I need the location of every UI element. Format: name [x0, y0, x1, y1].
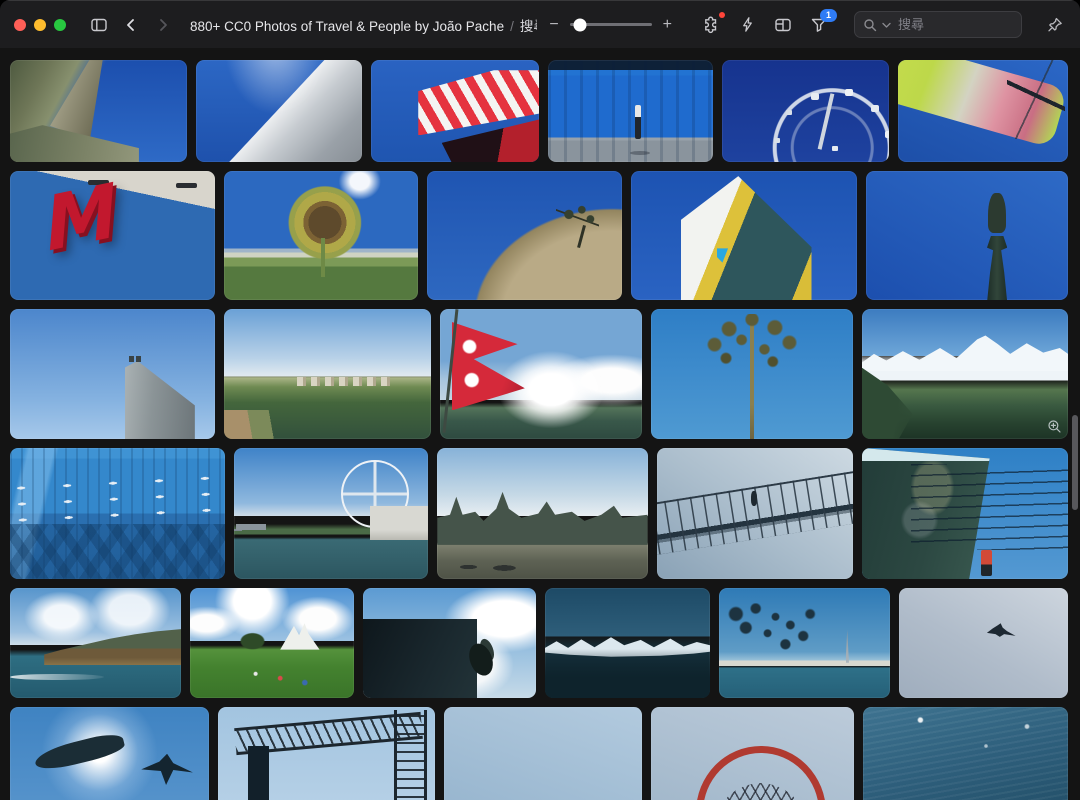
photo-thumbnail-himalaya-peaks[interactable]	[862, 309, 1068, 439]
pin-window-button[interactable]	[1044, 14, 1066, 36]
sidebar-toggle-button[interactable]	[88, 14, 110, 36]
quick-actions-button[interactable]	[737, 14, 758, 35]
photo-thumbnail-canal-ferris-wheel[interactable]	[234, 448, 428, 579]
search-input[interactable]	[896, 16, 1013, 33]
grid-row-6	[10, 707, 1068, 800]
photo-thumbnail-building-corner[interactable]	[631, 171, 856, 300]
grid-row-1	[10, 60, 1068, 162]
thumbnail-zoom-control: − +	[547, 17, 674, 33]
photo-thumbnail-letter-m-sign[interactable]	[10, 171, 215, 300]
lightning-actions-icon	[739, 16, 756, 33]
breadcrumb-folder[interactable]: 880+ CC0 Photos of Travel & People by Jo…	[190, 19, 504, 34]
minimize-button[interactable]	[34, 19, 46, 31]
photo-thumbnail-statue-column[interactable]	[866, 171, 1068, 300]
plugin-notification-dot	[719, 12, 725, 18]
zoom-slider-thumb[interactable]	[574, 18, 587, 31]
photo-thumbnail-paraglider-wing[interactable]	[898, 60, 1068, 162]
zoom-out-button[interactable]: −	[547, 17, 560, 33]
titlebar: 880+ CC0 Photos of Travel & People by Jo…	[0, 0, 1080, 48]
photo-thumbnail-kites-sun[interactable]	[10, 707, 209, 800]
layout-icon	[774, 16, 792, 34]
search-scope-chevron-down-icon[interactable]	[882, 21, 891, 29]
photo-thumbnail-stage-truss[interactable]	[218, 707, 435, 800]
scrollbar-thumb[interactable]	[1072, 415, 1078, 510]
close-button[interactable]	[14, 19, 26, 31]
photo-thumbnail-temple-spire[interactable]	[10, 60, 187, 162]
photo-thumbnail-dried-sunflower[interactable]	[224, 171, 417, 300]
toolbar-icons: 1	[700, 13, 830, 36]
grid-row-2	[10, 171, 1068, 300]
photo-thumbnail-satellite-dish[interactable]	[363, 588, 536, 698]
zoom-in-overlay-icon[interactable]	[1047, 419, 1062, 434]
filter-button[interactable]: 1	[808, 14, 830, 36]
photo-thumbnail-fish-wall[interactable]	[10, 448, 225, 579]
plugins-button[interactable]	[700, 13, 723, 36]
photo-detail	[981, 550, 991, 576]
photo-thumbnail-coastal-cliffs[interactable]	[10, 588, 181, 698]
photo-thumbnail-agave-stalk[interactable]	[651, 309, 852, 439]
photo-thumbnail-suspension-bridge[interactable]	[657, 448, 853, 579]
photo-thumbnail-dusk-mountains[interactable]	[545, 588, 710, 698]
photo-thumbnail-ferris-wheel-night-blue[interactable]	[722, 60, 890, 162]
grid-row-4	[10, 448, 1068, 579]
photo-thumbnail-striped-awning[interactable]	[371, 60, 539, 162]
pin-icon	[1046, 16, 1064, 34]
photo-thumbnail-wat-arun-river[interactable]	[437, 448, 647, 579]
photo-thumbnail-alhambra-view[interactable]	[224, 309, 430, 439]
zoom-window-button[interactable]	[54, 19, 66, 31]
app-window: 880+ CC0 Photos of Travel & People by Jo…	[0, 0, 1080, 800]
photo-grid	[0, 48, 1080, 800]
filter-count-badge: 1	[820, 9, 837, 22]
search-box[interactable]	[854, 11, 1022, 38]
zoom-in-button[interactable]: +	[661, 17, 674, 33]
photo-thumbnail-figure-railing[interactable]	[444, 707, 642, 800]
photo-thumbnail-concrete-tower[interactable]	[10, 309, 215, 439]
photo-thumbnail-rock-tree[interactable]	[427, 171, 622, 300]
back-button[interactable]	[120, 14, 142, 36]
photo-thumbnail-blue-container[interactable]	[548, 60, 713, 162]
breadcrumb-separator: /	[510, 19, 514, 34]
photo-thumbnail-kites-skyline[interactable]	[719, 588, 890, 698]
grid-row-5	[10, 588, 1068, 698]
breadcrumb[interactable]: 880+ CC0 Photos of Travel & People by Jo…	[190, 15, 537, 35]
photo-thumbnail-soaring-bird[interactable]	[899, 588, 1068, 698]
search-icon	[863, 18, 877, 32]
photo-thumbnail-lawn-event[interactable]	[190, 588, 354, 698]
layout-button[interactable]	[772, 14, 794, 36]
puzzle-plugin-icon	[702, 15, 721, 34]
photo-thumbnail-building-edge[interactable]	[196, 60, 363, 162]
grid-row-3	[10, 309, 1068, 439]
breadcrumb-current: 搜尋結果 (57	[520, 19, 537, 34]
window-controls	[14, 19, 66, 31]
photo-thumbnail-sea-water[interactable]	[863, 707, 1068, 800]
chevron-left-icon	[122, 16, 140, 34]
zoom-slider[interactable]	[570, 23, 652, 27]
sidebar-toggle-icon	[90, 16, 108, 34]
photo-thumbnail-roller-coaster[interactable]	[651, 707, 854, 800]
chevron-right-icon	[154, 16, 172, 34]
forward-button[interactable]	[152, 14, 174, 36]
photo-thumbnail-nepal-flag[interactable]	[440, 309, 642, 439]
photo-thumbnail-graffiti-wall[interactable]	[862, 448, 1068, 579]
